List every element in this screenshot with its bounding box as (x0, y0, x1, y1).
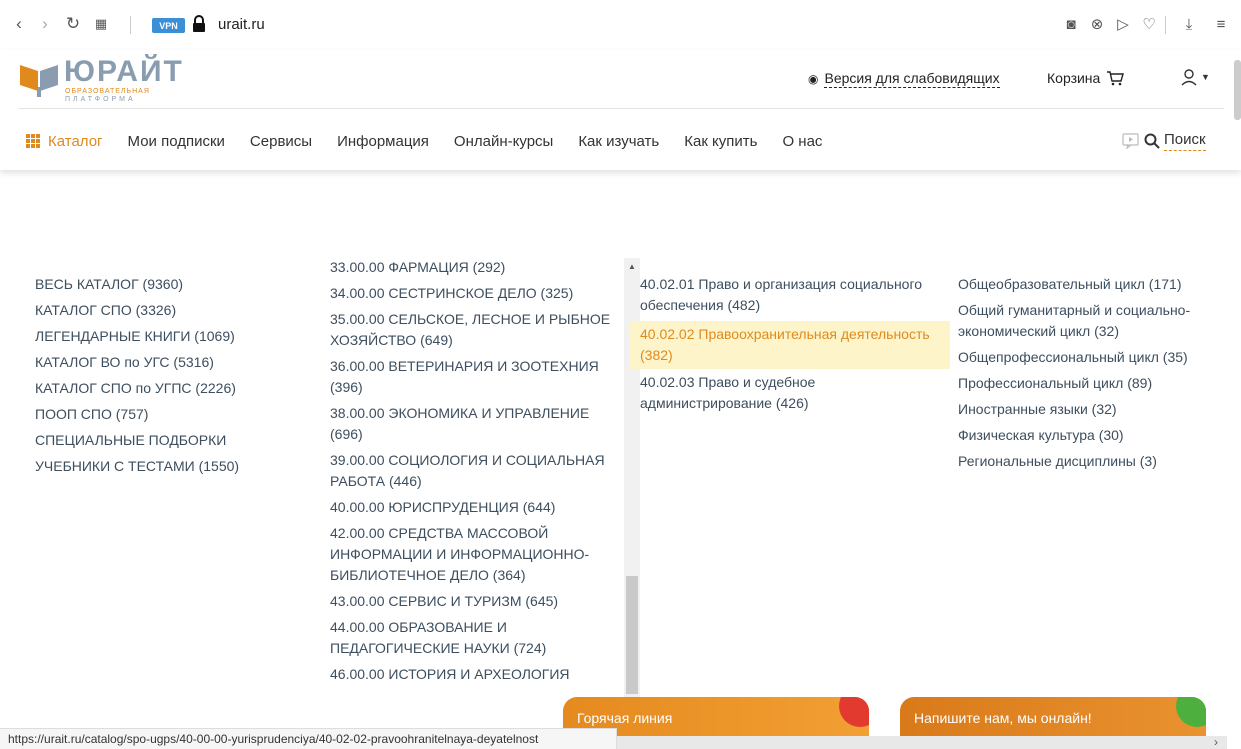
specialty-link[interactable]: 40.02.03 Право и судебное администрирова… (640, 372, 950, 414)
group-link[interactable]: 39.00.00 СОЦИОЛОГИЯ И СОЦИАЛЬНАЯ РАБОТА … (330, 450, 622, 492)
cycle-link[interactable]: Профессиональный цикл (89) (958, 373, 1233, 394)
page-scrollbar[interactable] (1234, 60, 1241, 120)
cart-label: Корзина (1047, 70, 1101, 86)
logo-subtitle: ПЛАТФОРМА (65, 96, 136, 103)
nav-item-about[interactable]: О нас (782, 133, 822, 150)
search-icon (1144, 133, 1160, 149)
catalog-column-groups: 33.00.00 ФАРМАЦИЯ (292) 34.00.00 СЕСТРИН… (330, 258, 622, 690)
catalog-link[interactable]: КАТАЛОГ ВО по УГС (5316) (35, 352, 315, 373)
toolbar-divider (130, 16, 131, 34)
camera-icon[interactable]: ◙ (1060, 13, 1082, 35)
site-header: ЮРАЙТ ОБРАЗОВАТЕЛЬНАЯ ПЛАТФОРМА ◉ Версия… (0, 50, 1241, 170)
toolbar-divider (1165, 16, 1166, 34)
reload-icon[interactable]: ↻ (62, 13, 84, 35)
logo-text: ЮРАЙТ (64, 55, 184, 88)
cart-icon (1107, 71, 1125, 86)
catalog-link[interactable]: СПЕЦИАЛЬНЫЕ ПОДБОРКИ (35, 430, 315, 451)
eye-icon: ◉ (808, 72, 819, 86)
back-icon[interactable]: ‹ (8, 13, 30, 35)
search-button[interactable]: Поиск (1122, 131, 1206, 151)
specialty-link-active[interactable]: 40.02.02 Правоохранительная деятельность… (630, 321, 950, 369)
heart-icon[interactable]: ♡ (1138, 13, 1160, 35)
group-link[interactable]: 34.00.00 СЕСТРИНСКОЕ ДЕЛО (325) (330, 283, 622, 304)
block-icon[interactable]: ⊗ (1086, 13, 1108, 35)
catalog-column-cycles: Общеобразовательный цикл (171) Общий гум… (958, 274, 1233, 477)
online-chat-widget[interactable]: Напишите нам, мы онлайн! (900, 697, 1206, 739)
user-menu[interactable]: ▼ (1180, 68, 1210, 86)
tabs-grid-icon[interactable]: ▦ (90, 13, 112, 35)
group-link[interactable]: 38.00.00 ЭКОНОМИКА И УПРАВЛЕНИЕ (696) (330, 403, 622, 445)
group-link[interactable]: 46.00.00 ИСТОРИЯ И АРХЕОЛОГИЯ (330, 664, 622, 685)
group-link[interactable]: 44.00.00 ОБРАЗОВАНИЕ И ПЕДАГОГИЧЕСКИЕ НА… (330, 617, 622, 659)
group-link[interactable]: 43.00.00 СЕРВИС И ТУРИЗМ (645) (330, 591, 622, 612)
cycle-link[interactable]: Общепрофессиональный цикл (35) (958, 347, 1233, 368)
cycle-link[interactable]: Общий гуманитарный и социально-экономиче… (958, 300, 1233, 342)
scroll-up-icon[interactable]: ▲ (628, 262, 636, 271)
catalog-column-sections: ВЕСЬ КАТАЛОГ (9360) КАТАЛОГ СПО (3326) Л… (35, 274, 315, 482)
user-icon (1181, 69, 1197, 86)
specialty-link[interactable]: 40.02.01 Право и организация социального… (640, 274, 950, 316)
browser-toolbar: ‹ › ↻ ▦ VPN urait.ru ◙ ⊗ ▷ ♡ ⤓ ≡ (0, 0, 1241, 50)
video-icon[interactable] (1122, 133, 1140, 149)
cycle-link[interactable]: Региональные дисциплины (3) (958, 451, 1233, 472)
low-vision-link[interactable]: ◉ Версия для слабовидящих (808, 70, 1000, 88)
catalog-link[interactable]: КАТАЛОГ СПО по УГПС (2226) (35, 378, 315, 399)
logo[interactable]: ЮРАЙТ ОБРАЗОВАТЕЛЬНАЯ ПЛАТФОРМА (18, 55, 182, 103)
address-bar[interactable]: urait.ru (218, 16, 265, 33)
nav-item-information[interactable]: Информация (337, 133, 429, 150)
grid-icon (26, 134, 40, 148)
nav-catalog-label: Каталог (48, 132, 103, 150)
catalog-link[interactable]: КАТАЛОГ СПО (3326) (35, 300, 315, 321)
logo-book-icon (20, 65, 58, 97)
online-chat-corner-icon (1176, 697, 1206, 727)
group-link[interactable]: 40.00.00 ЮРИСПРУДЕНЦИЯ (644) (330, 497, 622, 518)
hotline-corner-icon (839, 697, 869, 727)
cycle-link[interactable]: Иностранные языки (32) (958, 399, 1233, 420)
send-icon[interactable]: ▷ (1112, 13, 1134, 35)
group-link[interactable]: 42.00.00 СРЕДСТВА МАССОВОЙ ИНФОРМАЦИИ И … (330, 523, 622, 586)
hotline-label: Горячая линия (577, 710, 673, 726)
catalog-link[interactable]: ВЕСЬ КАТАЛОГ (9360) (35, 274, 315, 295)
catalog-dropdown: ВЕСЬ КАТАЛОГ (9360) КАТАЛОГ СПО (3326) Л… (0, 258, 1241, 728)
group-link[interactable]: 35.00.00 СЕЛЬСКОЕ, ЛЕСНОЕ И РЫБНОЕ ХОЗЯЙ… (330, 309, 622, 351)
nav-item-how-to-study[interactable]: Как изучать (578, 133, 659, 150)
nav-item-services[interactable]: Сервисы (250, 133, 312, 150)
group-link[interactable]: 33.00.00 ФАРМАЦИЯ (292) (330, 258, 622, 278)
catalog-link[interactable]: ПООП СПО (757) (35, 404, 315, 425)
scroll-thumb[interactable] (626, 576, 638, 694)
nav-catalog[interactable]: Каталог (26, 133, 103, 150)
status-bar-url: https://urait.ru/catalog/spo-ugps/40-00-… (0, 728, 617, 749)
low-vision-label: Версия для слабовидящих (824, 70, 1000, 88)
horizontal-scrollbar[interactable] (617, 736, 1227, 749)
cycle-link[interactable]: Физическая культура (30) (958, 425, 1233, 446)
download-icon[interactable]: ⤓ (1178, 13, 1200, 35)
chevron-down-icon: ▼ (1201, 72, 1210, 82)
vpn-badge[interactable]: VPN (152, 18, 185, 33)
catalog-link[interactable]: УЧЕБНИКИ С ТЕСТАМИ (1550) (35, 456, 315, 477)
menu-icon[interactable]: ≡ (1210, 13, 1232, 35)
forward-icon[interactable]: › (34, 13, 56, 35)
catalog-column-specialties: 40.02.01 Право и организация социального… (630, 274, 950, 419)
nav-item-how-to-buy[interactable]: Как купить (684, 133, 757, 150)
cart-link[interactable]: Корзина (1047, 70, 1125, 86)
group-link[interactable]: 36.00.00 ВЕТЕРИНАРИЯ И ЗООТЕХНИЯ (396) (330, 356, 622, 398)
search-label: Поиск (1164, 131, 1206, 151)
nav-item-subscriptions[interactable]: Мои подписки (128, 133, 225, 150)
scroll-right-icon[interactable]: › (1214, 735, 1218, 749)
main-nav: Каталог Мои подписки Сервисы Информация … (26, 131, 847, 151)
nav-item-online-courses[interactable]: Онлайн-курсы (454, 133, 553, 150)
online-chat-label: Напишите нам, мы онлайн! (914, 710, 1092, 726)
logo-subtitle: ОБРАЗОВАТЕЛЬНАЯ (65, 88, 150, 95)
cycle-link[interactable]: Общеобразовательный цикл (171) (958, 274, 1233, 295)
header-divider (18, 108, 1224, 109)
lock-icon[interactable] (192, 15, 206, 33)
catalog-link[interactable]: ЛЕГЕНДАРНЫЕ КНИГИ (1069) (35, 326, 315, 347)
